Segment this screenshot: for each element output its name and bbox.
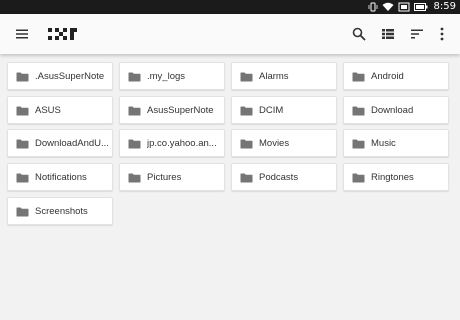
folder-name: Music: [371, 138, 396, 149]
folder-icon: [240, 139, 253, 149]
folder-item[interactable]: .my_logs: [119, 62, 225, 90]
folder-icon: [128, 173, 141, 183]
list-view-icon[interactable]: [378, 24, 398, 44]
folder-item[interactable]: Download: [343, 96, 449, 124]
folder-item[interactable]: .AsusSuperNote: [7, 62, 113, 90]
folder-item[interactable]: ASUS: [7, 96, 113, 124]
folder-name: .AsusSuperNote: [35, 71, 105, 82]
folder-item[interactable]: DCIM: [231, 96, 337, 124]
folder-item[interactable]: AsusSuperNote: [119, 96, 225, 124]
folder-item[interactable]: Screenshots: [7, 197, 113, 225]
folder-item[interactable]: Movies: [231, 129, 337, 157]
folder-item[interactable]: Notifications: [7, 163, 113, 191]
folder-icon: [352, 72, 365, 82]
folder-icon: [352, 106, 365, 116]
folder-name: Notifications: [35, 172, 87, 183]
app-bar: [0, 14, 460, 54]
folder-icon: [16, 139, 29, 149]
folder-icon: [128, 139, 141, 149]
folder-name: DCIM: [259, 105, 284, 116]
folder-icon: [128, 72, 141, 82]
folder-grid: .AsusSuperNote .my_logs Alarms Android ASUS A…: [0, 54, 460, 320]
folder-icon: [240, 173, 253, 183]
folder-name: Android: [371, 71, 404, 82]
folder-item[interactable]: Ringtones: [343, 163, 449, 191]
folder-item[interactable]: DownloadAndU...: [7, 129, 113, 157]
folder-icon: [128, 106, 141, 116]
folder-icon: [16, 106, 29, 116]
folder-name: Ringtones: [371, 172, 414, 183]
folder-icon: [352, 139, 365, 149]
folder-icon: [240, 72, 253, 82]
app-logo: [48, 27, 78, 41]
folder-name: Pictures: [147, 172, 182, 183]
vibrate-icon: [368, 2, 378, 12]
folder-item[interactable]: Alarms: [231, 62, 337, 90]
folder-icon: [352, 173, 365, 183]
folder-item[interactable]: Music: [343, 129, 449, 157]
status-bar: 8:59: [0, 0, 460, 14]
folder-name: Movies: [259, 138, 290, 149]
folder-item[interactable]: jp.co.yahoo.an...: [119, 129, 225, 157]
folder-name: Screenshots: [35, 206, 88, 217]
folder-name: AsusSuperNote: [147, 105, 214, 116]
battery-icon: [413, 2, 428, 12]
search-icon[interactable]: [349, 24, 369, 44]
hamburger-menu-icon[interactable]: [12, 24, 32, 44]
folder-item[interactable]: Podcasts: [231, 163, 337, 191]
folder-item[interactable]: Android: [343, 62, 449, 90]
folder-item[interactable]: Pictures: [119, 163, 225, 191]
folder-name: .my_logs: [147, 71, 186, 82]
cast-icon: [398, 2, 410, 12]
folder-name: jp.co.yahoo.an...: [147, 138, 217, 149]
folder-name: Download: [371, 105, 414, 116]
sort-icon[interactable]: [407, 24, 427, 44]
folder-name: DownloadAndU...: [35, 138, 109, 149]
folder-icon: [16, 72, 29, 82]
folder-name: Podcasts: [259, 172, 299, 183]
folder-icon: [16, 207, 29, 217]
folder-icon: [16, 173, 29, 183]
wifi-icon: [382, 2, 394, 12]
folder-icon: [240, 106, 253, 116]
status-time: 8:59: [433, 1, 456, 12]
more-vert-icon[interactable]: [432, 24, 452, 44]
folder-name: ASUS: [35, 105, 61, 116]
folder-name: Alarms: [259, 71, 289, 82]
